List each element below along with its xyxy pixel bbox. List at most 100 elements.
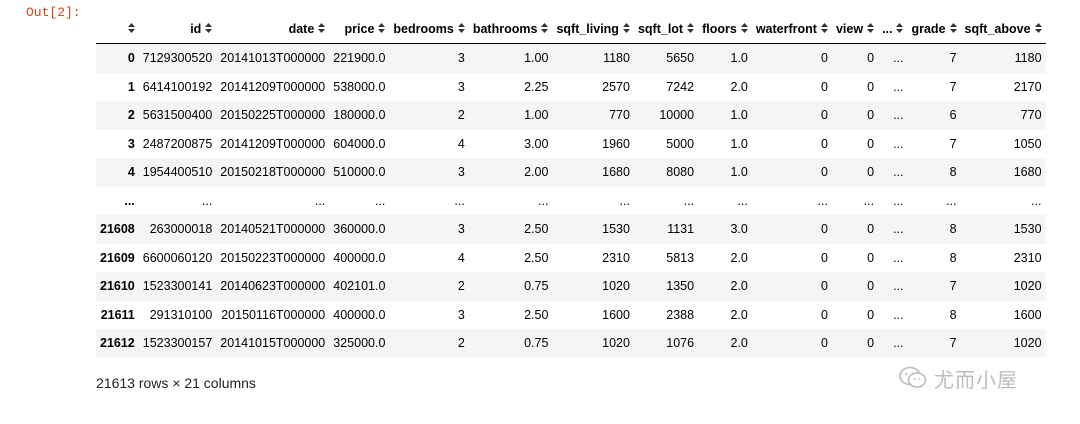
dataframe-table: id date price bedrooms bathrooms sqft_living s… xyxy=(96,15,1046,357)
table-cell: 0 xyxy=(821,165,828,180)
table-row: 2 5631500400 20150225T000000 180000.0 2 1.00 7… xyxy=(96,101,1046,130)
wechat-icon xyxy=(899,366,927,388)
watermark-text: 尤而小屋 xyxy=(934,369,1018,392)
table-cell: 20140623T000000 xyxy=(220,279,326,294)
table-cell: 1.00 xyxy=(524,51,549,66)
table-cell: 291310100 xyxy=(149,307,213,322)
table-cell: 8 xyxy=(949,250,957,265)
table-cell: 770 xyxy=(609,108,630,123)
table-cell: 0 xyxy=(867,250,875,265)
table-cell: 1350 xyxy=(666,279,695,294)
table-cell: 20150218T000000 xyxy=(220,165,326,180)
table-cell: 20141013T000000 xyxy=(220,51,326,66)
table-cell: 1.0 xyxy=(730,51,748,66)
column-header[interactable]: bedrooms xyxy=(389,15,469,44)
table-cell: 0 xyxy=(821,222,828,237)
table-cell: ... xyxy=(201,193,213,208)
row-index: 4 xyxy=(127,165,135,180)
table-row: 21610 1523300141 20140623T000000 402101.0 2 0… xyxy=(96,272,1046,301)
column-header-index[interactable] xyxy=(96,15,139,44)
table-cell: 7 xyxy=(949,79,957,94)
row-index: 21608 xyxy=(100,222,135,237)
sort-icon[interactable] xyxy=(378,23,386,35)
table-cell: 2.0 xyxy=(730,79,748,94)
table-cell: 20140521T000000 xyxy=(220,222,326,237)
table-cell: 1530 xyxy=(602,222,630,237)
column-header-label: ... xyxy=(882,22,893,36)
table-cell: 0 xyxy=(867,136,875,151)
table-cell: 263000018 xyxy=(149,222,213,237)
column-header[interactable]: sqft_above xyxy=(960,15,1046,44)
table-cell: 20141209T000000 xyxy=(220,79,326,94)
table-cell: 2.50 xyxy=(524,307,549,322)
sort-icon[interactable] xyxy=(457,23,465,35)
table-cell: 0 xyxy=(821,250,828,265)
column-header-label: waterfront xyxy=(755,22,817,36)
sort-icon[interactable] xyxy=(687,23,695,35)
table-cell: 0 xyxy=(867,336,875,351)
table-cell: 400000.0 xyxy=(333,250,386,265)
table-row: ........................................… xyxy=(96,187,1046,216)
sort-icon[interactable] xyxy=(867,23,875,35)
table-cell: 8 xyxy=(949,165,957,180)
table-cell: 1.0 xyxy=(730,108,748,123)
table-cell: 1.00 xyxy=(524,108,549,123)
column-header[interactable]: date xyxy=(216,15,330,44)
table-cell: 5650 xyxy=(666,51,695,66)
sort-icon[interactable] xyxy=(127,23,135,35)
table-cell: 2.50 xyxy=(524,222,549,237)
table-cell: 400000.0 xyxy=(333,307,386,322)
column-header[interactable]: bathrooms xyxy=(468,15,553,44)
row-index: 21611 xyxy=(100,307,135,322)
table-cell: 2310 xyxy=(1013,250,1042,265)
row-index: 21612 xyxy=(100,336,135,351)
sort-icon[interactable] xyxy=(541,23,549,35)
column-header[interactable]: floors xyxy=(698,15,752,44)
table-cell: 2487200875 xyxy=(142,136,213,151)
column-header[interactable]: grade xyxy=(907,15,961,44)
table-row: 21609 6600060120 20150223T000000 400000.0 4 2… xyxy=(96,244,1046,273)
sort-icon[interactable] xyxy=(318,23,326,35)
sort-icon[interactable] xyxy=(896,23,904,35)
column-header[interactable]: price xyxy=(329,15,390,44)
table-cell: 325000.0 xyxy=(333,336,386,351)
table-cell: ... xyxy=(893,79,904,94)
table-cell: 0 xyxy=(867,79,875,94)
table-cell: 2.50 xyxy=(524,250,549,265)
sort-icon[interactable] xyxy=(622,23,630,35)
table-cell: ... xyxy=(454,193,465,208)
table-cell: 7 xyxy=(949,279,957,294)
column-header[interactable]: waterfront xyxy=(751,15,832,44)
table-row: 3 2487200875 20141209T000000 604000.0 4 3.00 1… xyxy=(96,130,1046,159)
table-cell: ... xyxy=(1031,193,1042,208)
table-row: 0 7129300520 20141013T000000 221900.0 3 1.00 1… xyxy=(96,43,1046,73)
table-cell: 0.75 xyxy=(524,336,549,351)
table-cell: 0 xyxy=(821,51,828,66)
sort-icon[interactable] xyxy=(949,23,957,35)
table-cell: 2.0 xyxy=(730,250,748,265)
table-header: id date price bedrooms bathrooms sqft_living s… xyxy=(96,15,1046,44)
table-cell: 1020 xyxy=(602,336,630,351)
sort-icon[interactable] xyxy=(820,23,828,35)
table-cell: ... xyxy=(893,51,904,66)
table-cell: 1600 xyxy=(1013,307,1042,322)
table-cell: 2.0 xyxy=(730,307,748,322)
column-header-label: view xyxy=(835,22,864,36)
column-header[interactable]: ... xyxy=(878,15,908,44)
column-header[interactable]: sqft_living xyxy=(552,15,634,44)
sort-icon[interactable] xyxy=(740,23,748,35)
table-row: 21612 1523300157 20141015T000000 325000.0 2 0… xyxy=(96,329,1046,357)
column-header-label: price xyxy=(344,22,375,36)
table-cell: 1.0 xyxy=(730,136,748,151)
table-cell: 2 xyxy=(457,108,465,123)
table-cell: 402101.0 xyxy=(333,279,386,294)
sort-icon[interactable] xyxy=(205,23,213,35)
column-header[interactable]: id xyxy=(138,15,217,44)
table-cell: 7 xyxy=(949,136,957,151)
table-cell: 5000 xyxy=(666,136,695,151)
column-header[interactable]: sqft_lot xyxy=(633,15,699,44)
column-header[interactable]: view xyxy=(831,15,879,44)
sort-icon[interactable] xyxy=(1034,23,1042,35)
table-cell: 0 xyxy=(867,165,875,180)
table-row: 1 6414100192 20141209T000000 538000.0 3 2.25 2… xyxy=(96,73,1046,102)
